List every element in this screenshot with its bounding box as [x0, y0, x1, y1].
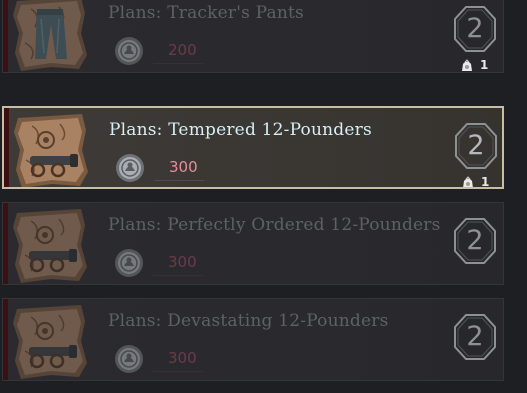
- silver-coin-icon: [114, 248, 144, 278]
- tier-badge-number: 2: [466, 225, 484, 256]
- owned-count: 1: [460, 57, 489, 72]
- silver-coin-icon: [114, 344, 144, 374]
- rarity-stripe: [4, 108, 9, 187]
- divider: [154, 180, 204, 181]
- tier-badge-number: 2: [466, 13, 484, 44]
- owned-count-value: 1: [481, 175, 490, 189]
- rarity-stripe: [3, 203, 8, 284]
- item-price: 300: [168, 253, 197, 271]
- item-title: Plans: Devastating 12-Pounders: [108, 311, 389, 331]
- tier-badge: 2: [453, 217, 497, 265]
- cannon-plan-icon: [12, 110, 90, 188]
- silver-coin-icon: [115, 153, 145, 183]
- tier-badge: 2: [454, 122, 498, 170]
- bag-icon: [462, 176, 474, 187]
- owned-count: 1: [461, 174, 490, 189]
- owned-count-value: 1: [480, 58, 489, 72]
- item-title: Plans: Tempered 12-Pounders: [109, 120, 372, 140]
- divider: [153, 63, 203, 64]
- rarity-stripe: [3, 299, 8, 380]
- item-title: Plans: Tracker's Pants: [108, 3, 304, 23]
- item-price: 300: [169, 158, 198, 176]
- item-title: Plans: Perfectly Ordered 12-Pounders: [108, 215, 441, 235]
- divider: [153, 275, 203, 276]
- item-price: 300: [168, 349, 197, 367]
- cannon-plan-icon: [11, 301, 89, 379]
- tier-badge: 2: [453, 5, 497, 53]
- list-item[interactable]: Plans: Tracker's Pants 200 2 1: [2, 0, 504, 73]
- tier-badge-number: 2: [467, 130, 485, 161]
- bag-icon: [461, 59, 473, 72]
- pants-plan-icon: [11, 0, 89, 71]
- item-price: 200: [168, 41, 197, 59]
- silver-coin-icon: [114, 36, 144, 66]
- list-item[interactable]: Plans: Devastating 12-Pounders 300 2: [2, 298, 504, 381]
- list-item[interactable]: Plans: Perfectly Ordered 12-Pounders 300…: [2, 202, 504, 285]
- tier-badge-number: 2: [466, 321, 484, 352]
- tier-badge: 2: [453, 313, 497, 361]
- divider: [153, 371, 203, 372]
- rarity-stripe: [3, 0, 8, 72]
- list-item-selected[interactable]: Plans: Tempered 12-Pounders 300 2 1: [2, 106, 504, 189]
- cannon-plan-icon: [11, 205, 89, 283]
- store-item-list: Plans: Tracker's Pants 200 2 1 Plans: Te…: [0, 0, 527, 393]
